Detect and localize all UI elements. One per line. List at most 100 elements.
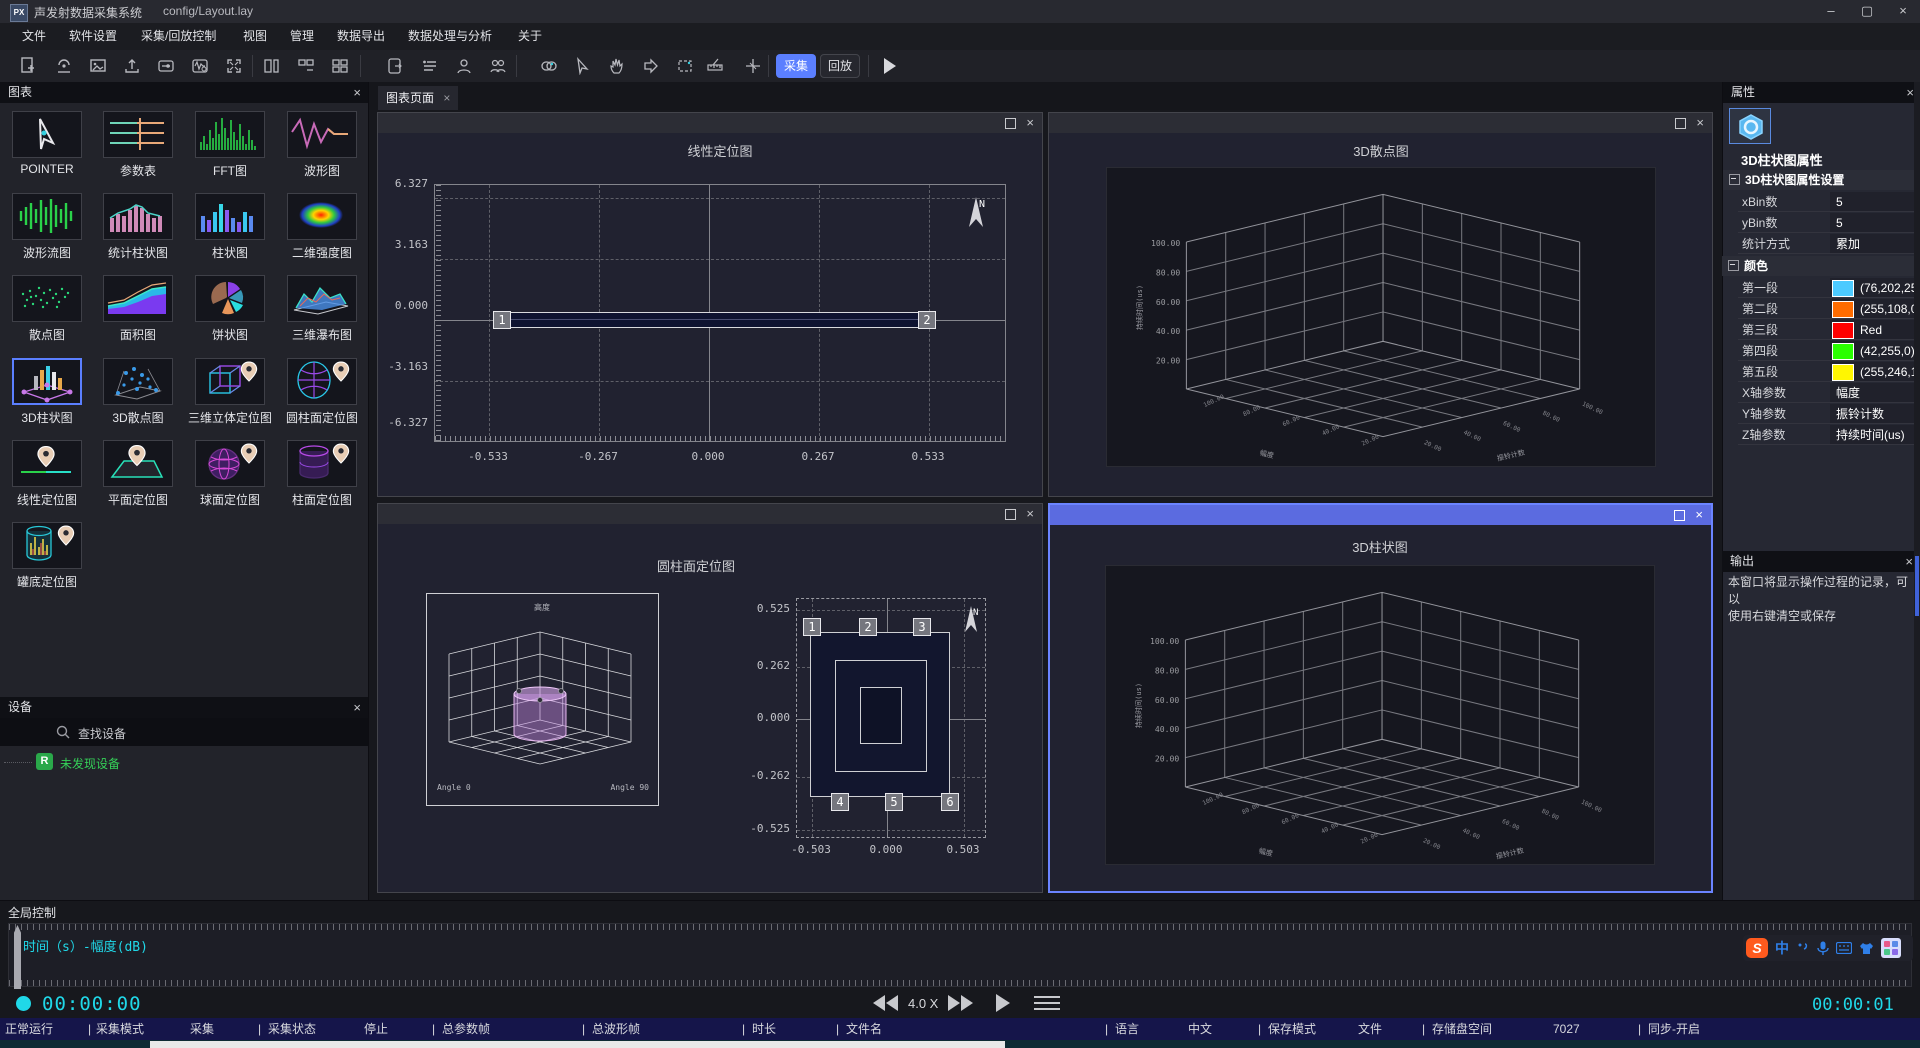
new-layout-icon[interactable] [16,54,40,78]
property-row[interactable]: Z轴参数 持续时间(us) [1730,425,1914,446]
acquisition-settings-icon[interactable] [154,54,178,78]
menu-button[interactable] [1034,996,1060,1010]
chart-card-bar[interactable] [195,193,265,240]
mic-icon[interactable] [1817,941,1829,956]
property-value[interactable]: 幅度 [1830,383,1914,403]
hand-tool-icon[interactable] [605,54,629,78]
minimize-icon[interactable]: – [1814,0,1848,23]
device-search-input[interactable]: 查找设备 [0,718,368,746]
chart-card-scatter3d[interactable] [103,358,173,405]
panel-bar3d[interactable]: 3D柱状图 100.00 80.00 60.00 40.00 20. [1048,503,1713,893]
panel-maximize-icon[interactable] [1005,118,1016,129]
sensor-1[interactable]: 1 [493,311,511,329]
panel-close-icon[interactable] [1026,506,1034,521]
toggle-panel-icon[interactable] [384,54,408,78]
lang-cn-icon[interactable]: 中 [1775,938,1789,958]
sensor-2[interactable]: 2 [859,618,877,636]
chart-card-waterfall-3d[interactable] [287,275,357,322]
menu-data-analysis[interactable]: 数据处理与分析 [408,23,492,50]
selected-object-icon-box[interactable] [1729,108,1771,144]
ime-toolbar[interactable]: S 中 [1743,935,1913,961]
user-icon[interactable] [452,54,476,78]
chart-card-cylinder-surface-location[interactable] [287,358,357,405]
device-tree-item[interactable]: R 未发现设备 [0,750,368,774]
chart-card-waveform[interactable] [287,111,357,158]
list-icon[interactable] [418,54,442,78]
chart-card-area[interactable] [103,275,173,322]
menu-file[interactable]: 文件 [22,23,46,50]
speed-value[interactable]: 4.0 X [908,996,938,1011]
layout-split-icon[interactable] [294,54,318,78]
panel-close-icon[interactable] [1026,115,1034,130]
color-swatch[interactable] [1832,322,1854,339]
timeline-cursor[interactable] [14,925,21,989]
right-scrollbar[interactable] [1914,82,1920,900]
chart-card-pie[interactable] [195,275,265,322]
toolbox-grid-icon[interactable] [1881,938,1901,958]
sogou-logo-icon[interactable]: S [1746,938,1768,958]
panel-close-icon[interactable] [1696,115,1704,130]
chart-card-cylindrical-location[interactable] [287,440,357,487]
import-signal-icon[interactable] [52,54,76,78]
tab-close-icon[interactable]: × [443,91,450,105]
property-row[interactable]: yBin数 5 [1730,213,1914,234]
output-close-icon[interactable] [1905,551,1913,572]
output-log[interactable]: 本窗口将显示操作过程的记录，可以 使用右键清空或保存 [1728,574,1914,625]
color-row[interactable]: 第五段 (255,246,1) [1730,362,1914,383]
property-value[interactable]: 5 [1830,213,1914,233]
sensor-6[interactable]: 6 [941,793,959,811]
link-icon[interactable] [537,54,561,78]
rewind-button[interactable] [873,995,898,1011]
users-icon[interactable] [486,54,510,78]
soft-keyboard-icon[interactable] [1836,942,1852,954]
chart-card-scatter[interactable] [12,275,82,322]
menu-manage[interactable]: 管理 [290,23,314,50]
color-swatch[interactable] [1832,364,1854,381]
chart-card-bar3d[interactable] [12,358,82,405]
chart-card-parameter-table[interactable] [103,111,173,158]
export-icon[interactable] [120,54,144,78]
image-icon[interactable] [86,54,110,78]
close-icon[interactable]: × [1886,0,1920,23]
layout-grid-icon[interactable] [328,54,352,78]
color-row[interactable]: 第四段 (42,255,0) [1730,341,1914,362]
color-swatch[interactable] [1832,280,1854,297]
panel-close-icon[interactable] [1695,507,1703,522]
tab-chart-page[interactable]: 图表页面 × [378,86,458,110]
play-button[interactable] [996,994,1010,1012]
chart-card-fft[interactable] [195,111,265,158]
sensor-2[interactable]: 2 [918,311,936,329]
step-icon[interactable] [639,54,663,78]
color-swatch[interactable] [1832,301,1854,318]
property-value[interactable]: 持续时间(us) [1830,425,1914,445]
chart-card-tank-bottom-location[interactable] [12,522,82,569]
charts-panel-close-icon[interactable] [353,82,361,103]
color-swatch[interactable] [1832,343,1854,360]
chart-card-waveform-stream[interactable] [12,193,82,240]
property-value[interactable]: 振铃计数 [1830,404,1914,424]
chart-card-linear-location[interactable] [12,440,82,487]
panel-scatter3d[interactable]: 3D散点图 100.00 80.00 60.00 40.00 20. [1048,112,1713,497]
collapse-icon[interactable] [1729,174,1740,185]
menu-data-export[interactable]: 数据导出 [337,23,385,50]
chart-card-planar-location[interactable] [103,440,173,487]
chart-card-spherical-location[interactable] [195,440,265,487]
menu-software-settings[interactable]: 软件设置 [69,23,117,50]
devices-panel-close-icon[interactable] [353,697,361,718]
fullscreen-icon[interactable] [222,54,246,78]
chart-card-intensity-2d[interactable] [287,193,357,240]
maximize-icon[interactable]: ▢ [1850,0,1884,23]
sensor-3[interactable]: 3 [913,618,931,636]
scrollbar-thumb[interactable] [1915,556,1919,616]
panel-cylinder-location[interactable]: 圆柱面定位图 [377,503,1043,893]
acquire-button[interactable]: 采集 [776,54,816,78]
panel-maximize-icon[interactable] [1675,118,1686,129]
panel-maximize-icon[interactable] [1005,509,1016,520]
menu-about[interactable]: 关于 [518,23,542,50]
waveform-settings-icon[interactable] [188,54,212,78]
menu-acquire-playback[interactable]: 采集/回放控制 [141,23,216,50]
punctuation-icon[interactable] [1796,941,1810,955]
settings-section-header[interactable]: 3D柱状图属性设置 [1723,170,1920,190]
layout-cascade-icon[interactable] [260,54,284,78]
color-row[interactable]: 第一段 (76,202,255) [1730,278,1914,299]
